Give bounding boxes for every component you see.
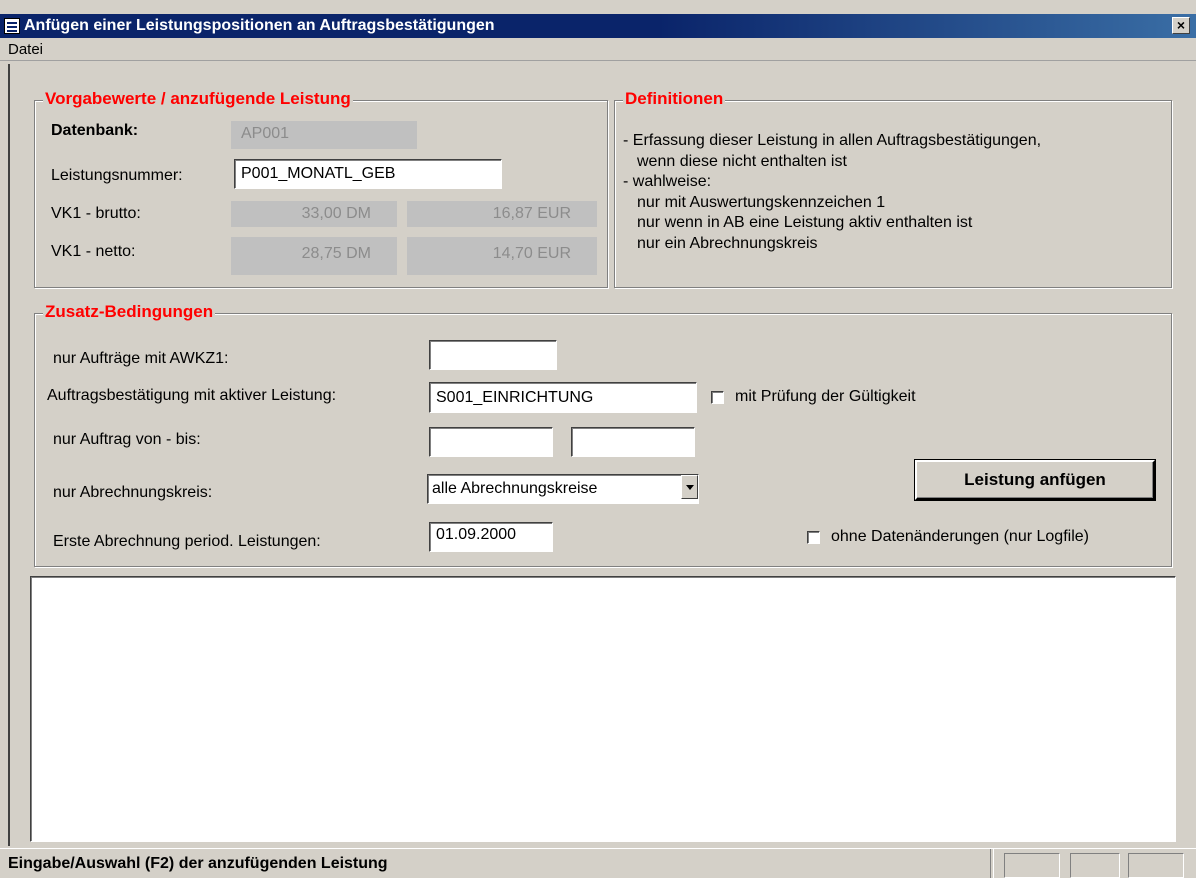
vk1-brutto-eur: 16,87 EUR bbox=[407, 201, 597, 227]
leistungsnummer-input[interactable]: P001_MONATL_GEB bbox=[234, 159, 502, 189]
auftrag-bis-input[interactable] bbox=[571, 427, 695, 457]
auftrag-range-label: nur Auftrag von - bis: bbox=[53, 431, 201, 448]
pruefung-label: mit Prüfung der Gültigkeit bbox=[735, 388, 916, 405]
leistungsnummer-label: Leistungsnummer: bbox=[51, 167, 183, 184]
menu-bar: Datei bbox=[0, 38, 1196, 61]
status-text: Eingabe/Auswahl (F2) der anzufügenden Le… bbox=[8, 855, 388, 872]
title-bar: Anfügen einer Leistungspositionen an Auf… bbox=[0, 14, 1196, 38]
vk1-netto-eur: 14,70 EUR bbox=[407, 237, 597, 275]
definitionen-text: - Erfassung dieser Leistung in allen Auf… bbox=[623, 131, 1041, 254]
abrkreis-label: nur Abrechnungskreis: bbox=[53, 484, 213, 501]
vk1-netto-label: VK1 - netto: bbox=[51, 243, 136, 260]
datenbank-label: Datenbank: bbox=[51, 122, 139, 139]
form-icon bbox=[4, 18, 20, 34]
status-separator bbox=[990, 849, 994, 878]
log-output-area[interactable] bbox=[30, 576, 1176, 842]
definition-line: - Erfassung dieser Leistung in allen Auf… bbox=[623, 132, 1042, 149]
vorgabe-group: Vorgabewerte / anzufügende Leistung Date… bbox=[34, 89, 608, 288]
close-button[interactable]: × bbox=[1172, 17, 1190, 34]
zusatz-group-title: Zusatz-Bedingungen bbox=[43, 302, 216, 322]
leistung-anfuegen-button[interactable]: Leistung anfügen bbox=[914, 459, 1156, 501]
vk1-brutto-label: VK1 - brutto: bbox=[51, 205, 141, 222]
abrkreis-select[interactable]: alle Abrechnungskreise bbox=[427, 474, 699, 504]
vk1-brutto-dm: 33,00 DM bbox=[231, 201, 397, 227]
ab-aktiv-label: Auftragsbestätigung mit aktiver Leistung… bbox=[47, 387, 337, 404]
definitionen-group: Definitionen - Erfassung dieser Leistung… bbox=[614, 89, 1172, 288]
definition-line: nur wenn in AB eine Leistung aktiv entha… bbox=[637, 214, 973, 231]
status-panel bbox=[1070, 853, 1120, 878]
erste-abr-label: Erste Abrechnung period. Leistungen: bbox=[53, 533, 321, 550]
chevron-down-icon[interactable] bbox=[681, 475, 698, 499]
auftrag-von-input[interactable] bbox=[429, 427, 553, 457]
status-panel bbox=[1128, 853, 1184, 878]
datenbank-value: AP001 bbox=[231, 121, 417, 149]
ab-aktiv-input[interactable]: S001_EINRICHTUNG bbox=[429, 382, 697, 413]
definition-line: wenn diese nicht enthalten ist bbox=[637, 152, 847, 170]
definitionen-group-title: Definitionen bbox=[623, 89, 726, 109]
menu-datei[interactable]: Datei bbox=[8, 41, 43, 58]
erste-abr-input[interactable]: 01.09.2000 bbox=[429, 522, 553, 552]
awkz1-label: nur Aufträge mit AWKZ1: bbox=[53, 350, 229, 367]
vorgabe-group-title: Vorgabewerte / anzufügende Leistung bbox=[43, 89, 353, 109]
definition-line: nur mit Auswertungskennzeichen 1 bbox=[637, 193, 886, 211]
awkz1-input[interactable] bbox=[429, 340, 557, 370]
abrkreis-selected-value: alle Abrechnungskreise bbox=[432, 480, 598, 497]
definition-line: nur ein Abrechnungskreis bbox=[637, 234, 818, 252]
status-bar: Eingabe/Auswahl (F2) der anzufügenden Le… bbox=[0, 848, 1196, 878]
pruefung-checkbox[interactable] bbox=[711, 391, 724, 404]
window-title: Anfügen einer Leistungspositionen an Auf… bbox=[24, 17, 495, 34]
status-panel bbox=[1004, 853, 1060, 878]
definition-line: - wahlweise: bbox=[623, 173, 712, 190]
ohne-daten-checkbox[interactable] bbox=[807, 531, 820, 544]
zusatz-group: Zusatz-Bedingungen nur Aufträge mit AWKZ… bbox=[34, 302, 1172, 567]
ohne-daten-label: ohne Datenänderungen (nur Logfile) bbox=[831, 528, 1089, 545]
vk1-netto-dm: 28,75 DM bbox=[231, 237, 397, 275]
